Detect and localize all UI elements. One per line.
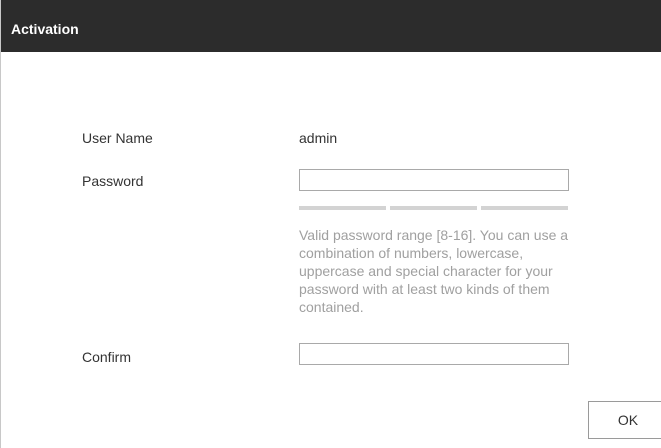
activation-dialog: Activation User Name admin Password Vali… [0,0,661,448]
username-value: admin [299,130,338,146]
password-strength-segment-strong [481,206,568,210]
password-label: Password [82,173,144,189]
dialog-titlebar: Activation [1,0,661,52]
password-hint: Valid password range [8-16]. You can use… [299,227,569,315]
password-strength-segment-weak [299,206,386,210]
dialog-title: Activation [11,21,79,37]
ok-button[interactable]: OK [588,401,661,439]
confirm-label: Confirm [82,349,132,365]
username-label: User Name [82,130,153,146]
password-strength-segment-medium [390,206,477,210]
password-field[interactable] [299,169,569,191]
confirm-password-field[interactable] [299,343,569,365]
